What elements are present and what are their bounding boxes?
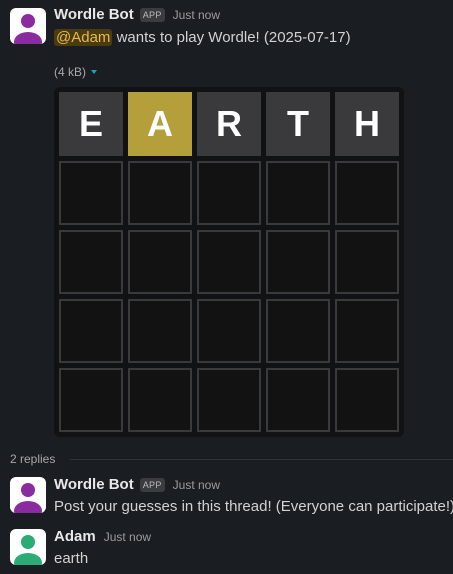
message-body: wants to play Wordle! (2025-07-17) bbox=[112, 29, 351, 46]
timestamp[interactable]: Just now bbox=[104, 530, 151, 544]
empty-tile bbox=[59, 299, 123, 363]
empty-tile bbox=[266, 161, 330, 225]
timestamp[interactable]: Just now bbox=[173, 478, 220, 492]
user-avatar[interactable] bbox=[10, 529, 46, 565]
reply-header: Adam Just now bbox=[54, 528, 151, 545]
replies-count[interactable]: 2 replies bbox=[10, 452, 55, 466]
empty-tile bbox=[197, 161, 261, 225]
empty-tile bbox=[266, 230, 330, 294]
person-icon bbox=[14, 14, 42, 44]
app-badge: APP bbox=[139, 7, 165, 22]
reply-text: earth bbox=[54, 550, 89, 567]
message-header: Wordle Bot APP Just now bbox=[54, 6, 220, 23]
empty-tile bbox=[197, 368, 261, 432]
bot-avatar[interactable] bbox=[10, 8, 46, 44]
empty-tile bbox=[266, 368, 330, 432]
empty-tile bbox=[59, 230, 123, 294]
letter-tile: R bbox=[197, 92, 261, 156]
attachment-size: (4 kB) bbox=[54, 65, 87, 79]
person-icon bbox=[14, 483, 42, 513]
empty-tile bbox=[335, 161, 399, 225]
empty-tile bbox=[59, 368, 123, 432]
reply-text: Post your guesses in this thread! (Every… bbox=[54, 498, 453, 515]
empty-tile bbox=[197, 230, 261, 294]
empty-tile bbox=[197, 299, 261, 363]
letter-tile: A bbox=[128, 92, 192, 156]
attachment-toggle[interactable]: (4 kB) bbox=[54, 65, 98, 79]
letter-tile: H bbox=[335, 92, 399, 156]
bot-avatar[interactable] bbox=[10, 477, 46, 513]
letter-tile: T bbox=[266, 92, 330, 156]
empty-tile bbox=[128, 368, 192, 432]
thread-divider bbox=[70, 459, 453, 460]
reply-header: Wordle Bot APP Just now bbox=[54, 476, 220, 493]
empty-tile bbox=[128, 161, 192, 225]
empty-tile bbox=[128, 230, 192, 294]
caret-down-icon bbox=[91, 70, 98, 74]
person-icon bbox=[14, 535, 42, 565]
message-text: @Adam wants to play Wordle! (2025-07-17) bbox=[54, 29, 351, 46]
author-name[interactable]: Wordle Bot bbox=[54, 476, 134, 493]
app-badge: APP bbox=[139, 477, 165, 492]
author-name[interactable]: Wordle Bot bbox=[54, 6, 134, 23]
empty-tile bbox=[335, 230, 399, 294]
letter-tile: E bbox=[59, 92, 123, 156]
author-name[interactable]: Adam bbox=[54, 528, 96, 545]
empty-tile bbox=[266, 299, 330, 363]
empty-tile bbox=[335, 299, 399, 363]
empty-tile bbox=[128, 299, 192, 363]
timestamp[interactable]: Just now bbox=[173, 8, 220, 22]
wordle-board[interactable]: EARTH bbox=[54, 87, 404, 437]
empty-tile bbox=[335, 368, 399, 432]
empty-tile bbox=[59, 161, 123, 225]
user-mention[interactable]: @Adam bbox=[54, 29, 113, 46]
